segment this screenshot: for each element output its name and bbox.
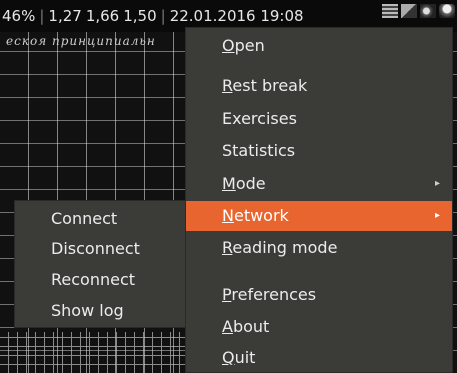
menu-item-reading-mode[interactable]: Reading mode: [186, 233, 452, 263]
menu-item-quit[interactable]: Quit: [186, 343, 452, 373]
tray-context-menu: Open Rest break Exercises Statistics Mod…: [185, 27, 453, 373]
background-grid: [0, 332, 190, 373]
separator: |: [160, 7, 166, 25]
volume-icon[interactable]: [420, 4, 436, 18]
submenu-item-reconnect[interactable]: Reconnect: [15, 265, 185, 295]
separator: |: [39, 7, 45, 25]
submenu-item-connect[interactable]: Connect: [15, 204, 185, 234]
menu-item-about[interactable]: About: [186, 312, 452, 342]
system-tray: [382, 4, 455, 18]
network-icon[interactable]: [401, 4, 417, 18]
submenu-arrow-icon: ▸: [434, 210, 440, 221]
battery-level: 46%: [2, 7, 36, 25]
menu-item-preferences[interactable]: Preferences: [186, 280, 452, 310]
background-handwriting: ескоя принципиальн: [6, 34, 156, 48]
menu-item-exercises[interactable]: Exercises: [186, 104, 452, 134]
keyboard-layout-icon[interactable]: [382, 4, 398, 18]
network-submenu: Connect Disconnect Reconnect Show log: [14, 200, 186, 328]
menu-item-open[interactable]: Open: [186, 31, 452, 61]
submenu-item-show-log[interactable]: Show log: [15, 296, 185, 326]
menu-item-mode[interactable]: Mode ▸: [186, 169, 452, 199]
clock[interactable]: 22.01.2016 19:08: [168, 7, 306, 25]
menu-item-rest-break[interactable]: Rest break: [186, 71, 452, 101]
load-average-15: 1,50: [123, 7, 157, 25]
submenu-item-disconnect[interactable]: Disconnect: [15, 234, 185, 264]
submenu-arrow-icon: ▸: [434, 178, 440, 189]
menu-item-statistics[interactable]: Statistics: [186, 136, 452, 166]
user-avatar-icon[interactable]: [439, 4, 455, 18]
load-average-5: 1,66: [85, 7, 120, 25]
load-average-1: 1,27: [48, 7, 82, 25]
menu-item-network[interactable]: Network ▸: [186, 201, 452, 231]
